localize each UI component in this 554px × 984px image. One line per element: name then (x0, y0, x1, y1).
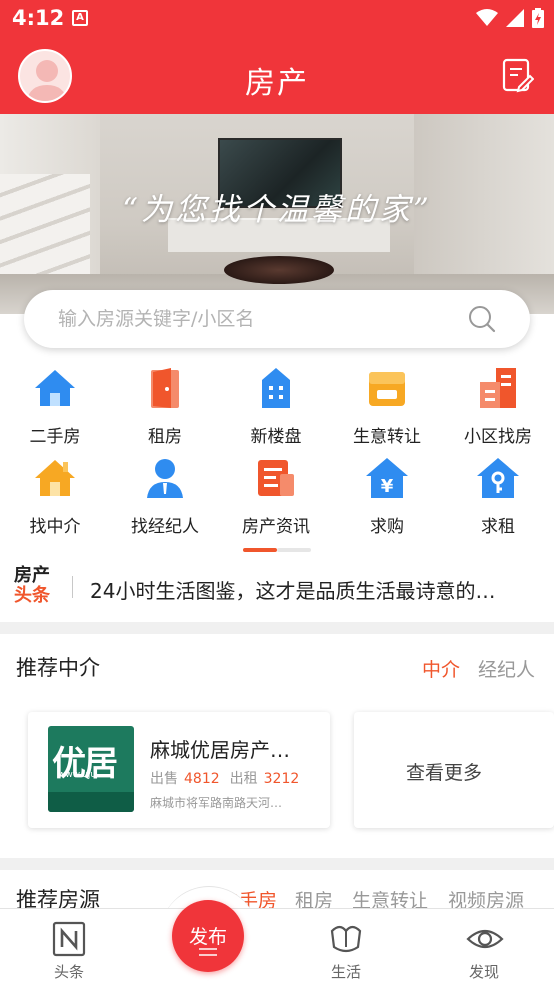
signal-icon (506, 9, 524, 27)
category-label: 租房 (148, 427, 182, 447)
shop-icon (369, 372, 405, 406)
edit-note-icon[interactable] (502, 58, 535, 98)
search-icon[interactable] (468, 305, 496, 333)
view-more-card[interactable]: 查看更多 (354, 712, 554, 828)
category-row: 二手房 租房 新楼盘 生意转让 小区找房 (0, 362, 554, 452)
banner-table (224, 256, 334, 284)
category-label: 找中介 (29, 517, 81, 537)
nav-discover[interactable]: 发现 (434, 909, 534, 984)
app-screen: 4:12 A 房产 “为您找个温馨的家” 输入房源关键字/小区名 二手房 租房 … (0, 0, 554, 984)
publish-button[interactable]: 发布 (172, 900, 244, 972)
category-row: 找中介 找经纪人 房产资讯 ¥ 求购 求租 (0, 452, 554, 542)
publish-label: 发布 (188, 926, 227, 948)
page-title: 房产 (245, 66, 309, 101)
section-separator (0, 858, 554, 870)
category-label: 找经纪人 (131, 517, 199, 537)
agent-person-icon (147, 459, 183, 498)
eye-icon (466, 929, 504, 949)
status-icons (476, 8, 544, 28)
status-time: 4:12 (12, 6, 65, 30)
category-rent[interactable]: 租房 (110, 362, 220, 452)
nav-headlines[interactable]: 头条 (19, 909, 119, 984)
banner-slogan: “为您找个温馨的家” (122, 192, 432, 228)
category-want-rent[interactable]: 求租 (443, 452, 553, 542)
wifi-icon (476, 9, 498, 26)
category-business-transfer[interactable]: 生意转让 (332, 362, 442, 452)
rent-count: 3212 (263, 771, 300, 787)
promo-banner[interactable]: “为您找个温馨的家” (0, 114, 554, 314)
section-title: 推荐中介 (16, 656, 100, 680)
door-icon (151, 368, 179, 408)
apartment-icon (480, 368, 516, 408)
agency-name: 麻城优居房产… (150, 738, 290, 762)
news-n-icon (52, 921, 86, 957)
recommended-agencies: 推荐中介 中介 经纪人 优居 www.uju... 麻城优居房产… 出售 4812… (0, 634, 554, 858)
key-house-icon (477, 458, 519, 498)
nav-life[interactable]: 生活 (296, 909, 396, 984)
category-label: 小区找房 (464, 427, 532, 447)
page-indicator-active (243, 548, 277, 552)
section-separator (0, 622, 554, 634)
tab-agency[interactable]: 中介 (422, 655, 460, 682)
category-label: 生意转让 (353, 427, 421, 447)
nav-label: 生活 (330, 963, 361, 981)
status-bar: 4:12 A (0, 0, 554, 36)
agency-stats: 出售 4812 出租 3212 (150, 768, 309, 788)
category-label: 新楼盘 (250, 427, 302, 447)
recommended-listings: 推荐房源 二手房 租房 生意转让 视频房源 (0, 870, 554, 912)
search-input[interactable] (58, 290, 458, 348)
house-icon (35, 370, 75, 406)
page-indicator (243, 548, 311, 552)
nav-label: 头条 (53, 963, 84, 981)
category-news[interactable]: 房产资讯 (221, 452, 331, 542)
tab-agent[interactable]: 经纪人 (478, 655, 535, 682)
agency-house-icon (35, 460, 75, 496)
news-headline[interactable]: 24小时生活图鉴，这才是品质生活最诗意的… (90, 575, 540, 604)
agency-logo: 优居 www.uju... (48, 726, 134, 812)
notification-icon: A (72, 10, 88, 26)
category-community[interactable]: 小区找房 (443, 362, 553, 452)
category-label: 求购 (370, 517, 404, 537)
divider (72, 576, 73, 598)
agency-logo-url: www.uju... (58, 770, 105, 780)
news-logo-line2: 头条 (14, 585, 50, 606)
category-second-hand[interactable]: 二手房 (0, 362, 110, 452)
yuan-house-icon: ¥ (366, 458, 408, 498)
page-indicator-rest (277, 548, 311, 552)
news-ticker[interactable]: 房产 头条 24小时生活图鉴，这才是品质生活最诗意的… (0, 558, 554, 622)
agency-card[interactable]: 优居 www.uju... 麻城优居房产… 出售 4812 出租 3212 麻城市将军… (28, 712, 330, 828)
news-logo-line1: 房产 (14, 565, 50, 586)
building-icon (262, 368, 290, 408)
sale-label: 出售 (150, 771, 178, 787)
search-bar[interactable] (24, 290, 530, 348)
view-more-label: 查看更多 (406, 762, 483, 784)
category-label: 二手房 (29, 427, 81, 447)
category-new-build[interactable]: 新楼盘 (221, 362, 331, 452)
agency-address: 麻城市将军路南路天河… (150, 796, 283, 810)
category-want-buy[interactable]: ¥ 求购 (332, 452, 442, 542)
menu-lines-icon (199, 948, 217, 956)
battery-icon (532, 8, 544, 28)
category-label: 求租 (481, 517, 515, 537)
category-find-agent[interactable]: 找经纪人 (110, 452, 220, 542)
news-logo: 房产 头条 (14, 566, 60, 610)
agency-logo-strip (48, 792, 134, 812)
category-find-agency[interactable]: 找中介 (0, 452, 110, 542)
news-doc-icon (258, 460, 294, 496)
category-label: 房产资讯 (242, 517, 310, 537)
bottom-nav: 头条 生活 发现 (0, 908, 554, 984)
top-header: 房产 (0, 36, 554, 114)
nav-label: 发现 (468, 963, 499, 981)
rent-label: 出租 (229, 771, 258, 787)
life-icon (330, 925, 362, 953)
svg-text:¥: ¥ (381, 476, 394, 497)
sale-count: 4812 (184, 771, 220, 787)
